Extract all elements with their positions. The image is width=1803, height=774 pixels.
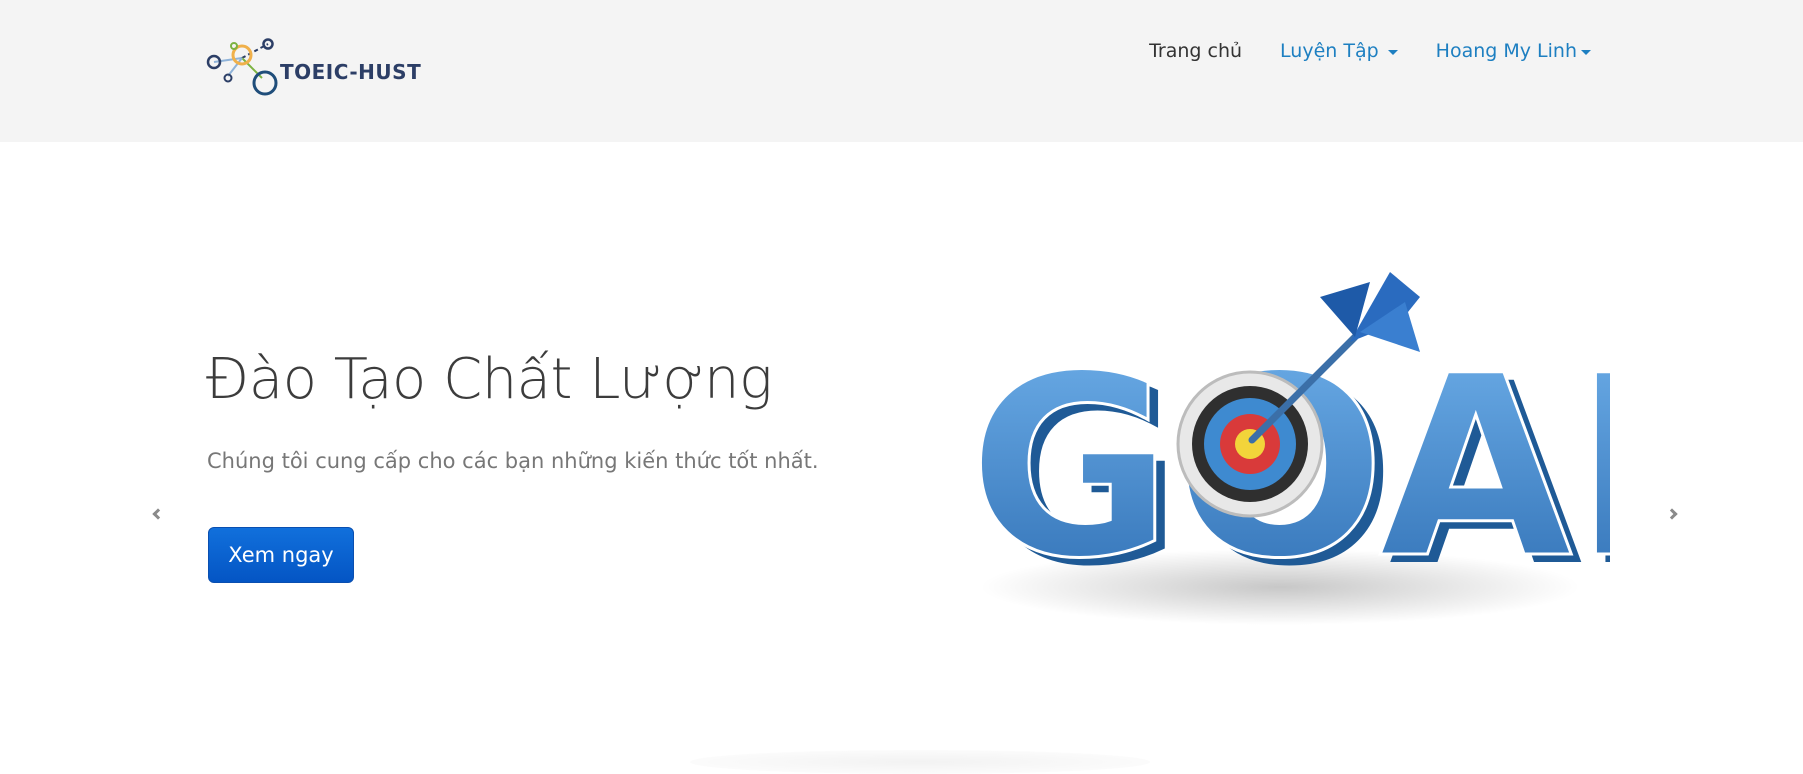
hero-subtitle: Chúng tôi cung cấp cho các bạn những kiế… <box>207 449 819 473</box>
brand-logo-link[interactable]: TOEIC-HUST <box>206 38 421 100</box>
nav-user-label: Hoang My Linh <box>1435 40 1577 62</box>
carousel-next-button[interactable] <box>1662 504 1682 524</box>
view-now-button[interactable]: Xem ngay <box>208 527 354 583</box>
hero-title: Đào Tạo Chất Lượng <box>206 347 773 412</box>
main-nav: Trang chủ Luyện Tập Hoang My Linh <box>1149 40 1591 62</box>
chevron-left-icon <box>152 508 164 520</box>
caret-down-icon <box>1581 49 1591 55</box>
brand-name: TOEIC-HUST <box>280 60 422 84</box>
chevron-right-icon <box>1666 508 1678 520</box>
navbar: TOEIC-HUST Trang chủ Luyện Tập Hoang My … <box>0 0 1803 142</box>
nav-home-link[interactable]: Trang chủ <box>1149 40 1242 62</box>
nav-home-label: Trang chủ <box>1149 40 1243 62</box>
nav-practice-label: Luyện Tập <box>1280 40 1379 62</box>
nav-user-dropdown[interactable]: Hoang My Linh <box>1436 40 1591 62</box>
section-divider-shadow <box>690 750 1150 774</box>
hero-carousel: Đào Tạo Chất Lượng Chúng tôi cung cấp ch… <box>0 142 1803 774</box>
nav-practice-dropdown[interactable]: Luyện Tập <box>1280 40 1398 62</box>
caret-down-icon <box>1387 49 1398 55</box>
molecule-logo-icon <box>206 38 278 96</box>
carousel-prev-button[interactable] <box>148 504 168 524</box>
goal-target-image: GOAL GOAL <box>950 242 1610 642</box>
